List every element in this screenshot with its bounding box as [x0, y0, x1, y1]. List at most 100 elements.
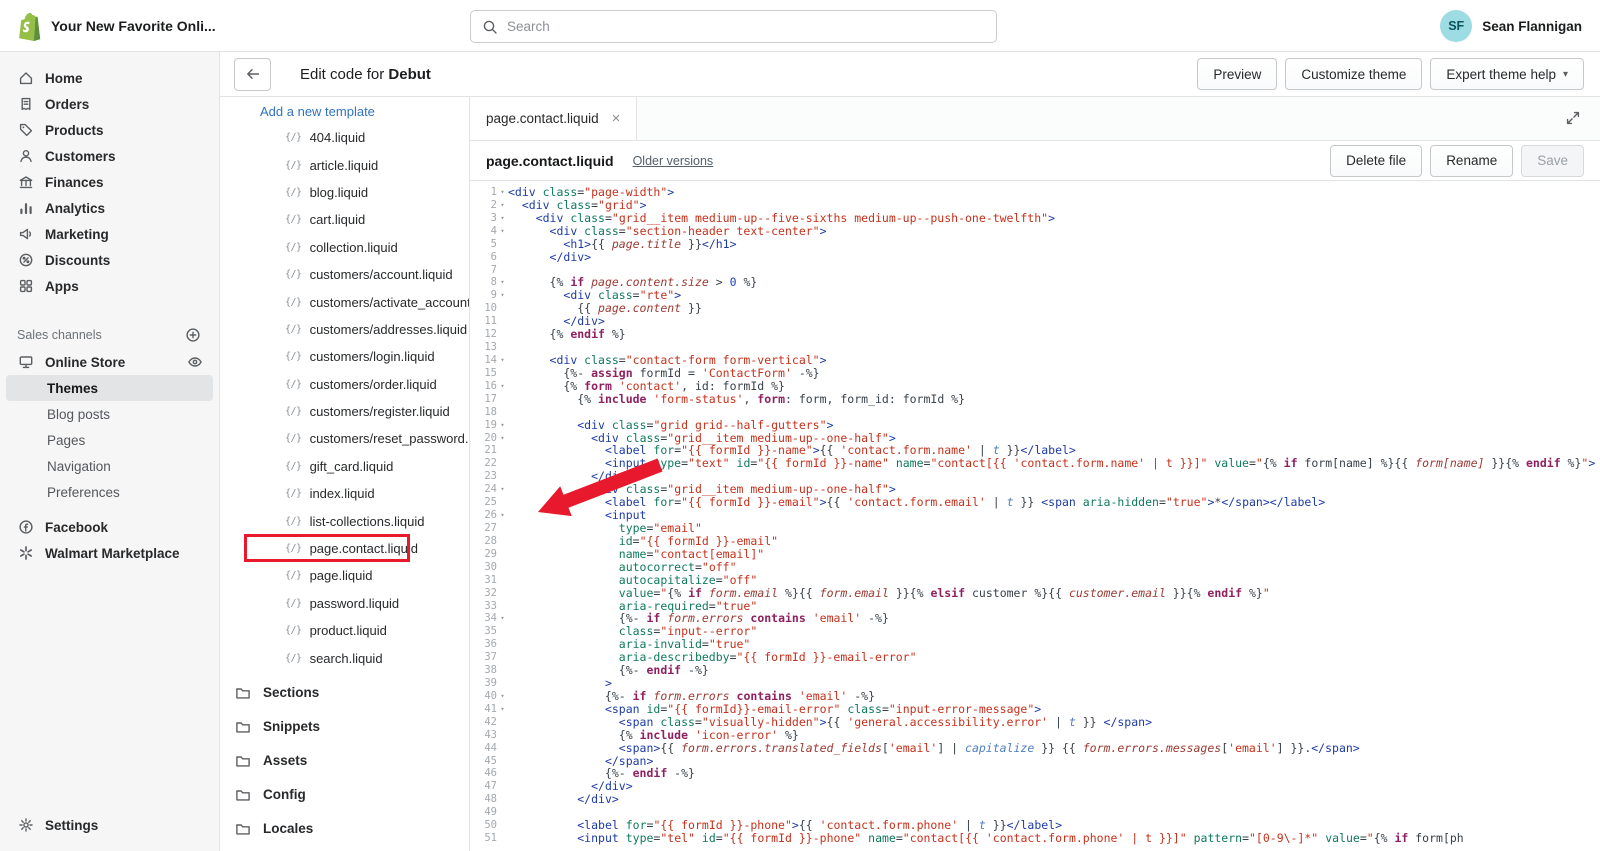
fold-arrow-icon[interactable]: ▾ — [497, 703, 508, 716]
fold-arrow-icon[interactable]: ▾ — [497, 225, 508, 238]
file-page-contact-liquid[interactable]: {/}page.contact.liquid — [220, 535, 469, 562]
expert-theme-help-button[interactable]: Expert theme help▾ — [1430, 58, 1584, 90]
add-template-link[interactable]: Add a new template — [220, 98, 469, 124]
close-icon[interactable]: × — [612, 111, 621, 126]
fold-arrow-icon[interactable]: ▾ — [497, 419, 508, 432]
topbar: Your New Favorite Onli... Search SF Sean… — [0, 0, 1600, 52]
file-product-liquid[interactable]: {/}product.liquid — [220, 617, 469, 644]
fold-arrow-icon[interactable]: ▾ — [497, 186, 508, 199]
line-number: 22 — [470, 457, 497, 470]
sidebar-item-online-store[interactable]: Online Store — [0, 349, 219, 375]
code-line[interactable]: 46 {%- endif -%} — [470, 767, 1600, 780]
fold-arrow-icon[interactable]: ▾ — [497, 612, 508, 625]
search-input[interactable]: Search — [470, 10, 997, 43]
file-index-liquid[interactable]: {/}index.liquid — [220, 480, 469, 507]
sidebar-item-analytics[interactable]: Analytics — [0, 195, 219, 221]
code-line[interactable]: 11 </div> — [470, 315, 1600, 328]
sidebar-item-discounts[interactable]: Discounts — [0, 247, 219, 273]
sidebar-item-themes[interactable]: Themes — [6, 375, 213, 401]
fold-arrow-icon[interactable]: ▾ — [497, 289, 508, 302]
sidebar-item-facebook[interactable]: Facebook — [0, 514, 219, 540]
sidebar-item-settings[interactable]: Settings — [0, 812, 219, 838]
file-customers-account-liquid[interactable]: {/}customers/account.liquid — [220, 261, 469, 288]
fold-arrow-icon[interactable]: ▾ — [497, 354, 508, 367]
folder-sections[interactable]: Sections — [220, 676, 469, 710]
sidebar-item-apps[interactable]: Apps — [0, 273, 219, 299]
code-line[interactable]: 12 {% endif %} — [470, 328, 1600, 341]
fold-arrow-icon[interactable]: ▾ — [497, 199, 508, 212]
folder-config[interactable]: Config — [220, 778, 469, 812]
file-list-collections-liquid[interactable]: {/}list-collections.liquid — [220, 507, 469, 534]
file-customers-addresses-liquid[interactable]: {/}customers/addresses.liquid — [220, 316, 469, 343]
back-button[interactable] — [234, 58, 271, 91]
file-article-liquid[interactable]: {/}article.liquid — [220, 151, 469, 178]
file-customers-register-liquid[interactable]: {/}customers/register.liquid — [220, 398, 469, 425]
file-cart-liquid[interactable]: {/}cart.liquid — [220, 206, 469, 233]
code-line[interactable]: 47 </div> — [470, 780, 1600, 793]
line-number: 21 — [470, 444, 497, 457]
fold-arrow-icon[interactable]: ▾ — [497, 509, 508, 522]
code-line[interactable]: 38 {%- endif -%} — [470, 664, 1600, 677]
sidebar-item-customers[interactable]: Customers — [0, 143, 219, 169]
file-search-liquid[interactable]: {/}search.liquid — [220, 644, 469, 671]
liquid-file-icon: {/} — [285, 625, 302, 636]
code-line[interactable]: 22 <input type="text" id="{{ formId }}-n… — [470, 457, 1600, 470]
store-name[interactable]: Your New Favorite Onli... — [51, 18, 216, 34]
code-line[interactable]: 10 {{ page.content }} — [470, 302, 1600, 315]
file-gift-card-liquid[interactable]: {/}gift_card.liquid — [220, 453, 469, 480]
code-line[interactable]: 6 </div> — [470, 251, 1600, 264]
code-line[interactable]: 48 </div> — [470, 793, 1600, 806]
file-customers-reset-password-liquid[interactable]: {/}customers/reset_password.liquid — [220, 425, 469, 452]
tab-page-contact-liquid[interactable]: page.contact.liquid × — [470, 97, 637, 140]
sidebar-item-pages[interactable]: Pages — [6, 427, 213, 453]
fold-arrow-icon[interactable]: ▾ — [497, 483, 508, 496]
file-password-liquid[interactable]: {/}password.liquid — [220, 590, 469, 617]
preview-button[interactable]: Preview — [1197, 58, 1277, 90]
file-customers-order-liquid[interactable]: {/}customers/order.liquid — [220, 371, 469, 398]
sidebar-item-home[interactable]: Home — [0, 65, 219, 91]
code-area[interactable]: 1▾<div class="page-width">2▾ <div class=… — [470, 182, 1600, 851]
code-line[interactable]: 17 {% include 'form-status', form: form,… — [470, 393, 1600, 406]
sidebar-item-blog-posts[interactable]: Blog posts — [6, 401, 213, 427]
file-page-liquid[interactable]: {/}page.liquid — [220, 562, 469, 589]
folder-icon — [234, 684, 251, 701]
walmart-icon — [17, 545, 34, 562]
sidebar-item-label: Apps — [45, 279, 79, 294]
rename-button[interactable]: Rename — [1430, 145, 1513, 177]
liquid-file-icon: {/} — [285, 406, 302, 417]
code-line[interactable]: 51 <input type="tel" id="{{ formId }}-ph… — [470, 832, 1600, 845]
file-customers-login-liquid[interactable]: {/}customers/login.liquid — [220, 343, 469, 370]
save-button[interactable]: Save — [1521, 145, 1584, 177]
code-line[interactable]: 5 <h1>{{ page.title }}</h1> — [470, 238, 1600, 251]
file-customers-activate-account-liquid[interactable]: {/}customers/activate_account.liquid — [220, 288, 469, 315]
add-sales-channel-icon[interactable] — [185, 327, 201, 343]
older-versions-link[interactable]: Older versions — [633, 154, 714, 168]
sidebar-item-products[interactable]: Products — [0, 117, 219, 143]
fold-arrow-icon[interactable]: ▾ — [497, 212, 508, 225]
fold-arrow-icon[interactable]: ▾ — [497, 432, 508, 445]
folder-locales[interactable]: Locales — [220, 812, 469, 846]
file-collection-liquid[interactable]: {/}collection.liquid — [220, 234, 469, 261]
sidebar-item-preferences[interactable]: Preferences — [6, 479, 213, 505]
sidebar-item-finances[interactable]: Finances — [0, 169, 219, 195]
sidebar-item-navigation[interactable]: Navigation — [6, 453, 213, 479]
line-number: 1 — [470, 186, 497, 199]
expand-editor-icon[interactable] — [1565, 110, 1583, 128]
sidebar-item-walmart-marketplace[interactable]: Walmart Marketplace — [0, 540, 219, 566]
shopify-logo-icon[interactable] — [15, 11, 42, 41]
fold-arrow-icon — [497, 716, 508, 729]
view-store-eye-icon[interactable] — [187, 354, 203, 370]
fold-arrow-icon[interactable]: ▾ — [497, 690, 508, 703]
file-blog-liquid[interactable]: {/}blog.liquid — [220, 179, 469, 206]
sidebar-item-orders[interactable]: Orders — [0, 91, 219, 117]
folder-snippets[interactable]: Snippets — [220, 710, 469, 744]
user-menu[interactable]: SF Sean Flannigan — [1440, 10, 1582, 42]
delete-file-button[interactable]: Delete file — [1330, 145, 1422, 177]
customize-theme-button[interactable]: Customize theme — [1285, 58, 1422, 90]
sidebar-item-marketing[interactable]: Marketing — [0, 221, 219, 247]
fold-arrow-icon[interactable]: ▾ — [497, 380, 508, 393]
line-number: 25 — [470, 496, 497, 509]
folder-assets[interactable]: Assets — [220, 744, 469, 778]
fold-arrow-icon[interactable]: ▾ — [497, 276, 508, 289]
file-404-liquid[interactable]: {/}404.liquid — [220, 124, 469, 151]
